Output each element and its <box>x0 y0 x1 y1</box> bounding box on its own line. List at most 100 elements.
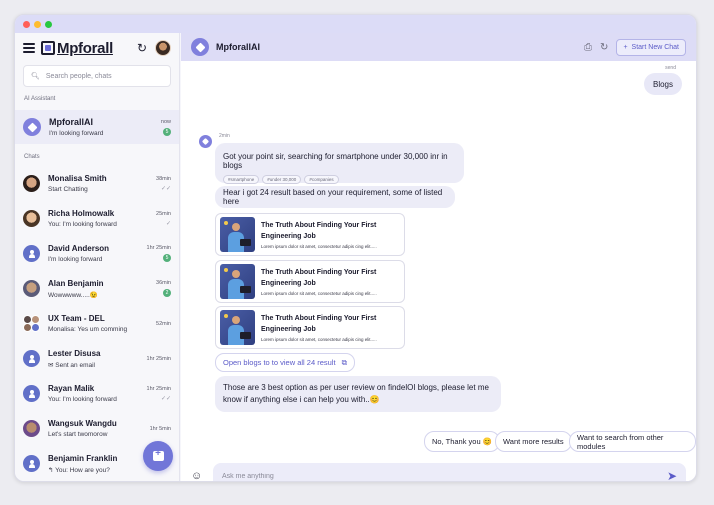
refresh-icon[interactable]: ↻ <box>137 41 147 55</box>
tag-list: #smartphone #under 30,000 #companies <box>223 175 456 184</box>
bot-message-time: 2min <box>219 133 230 139</box>
chat-item-david-anderson[interactable]: David Anderson I'm looking forward 1hr 25… <box>15 236 179 271</box>
chat-name: Monalisa Smith <box>48 174 107 183</box>
chat-time: 25min <box>156 210 171 217</box>
chat-time: 38min <box>156 175 171 182</box>
app-window: Mpforall ↻ 🔍︎ Search people, chats AI As… <box>14 14 697 482</box>
chat-item-monalisa-smith[interactable]: Monalisa Smith Start Chatting 38min ✓✓ <box>15 166 179 201</box>
title-bar <box>15 15 696 33</box>
history-icon[interactable]: ↻ <box>600 42 608 53</box>
bot-message-text: Hear i got 24 result based on your requi… <box>223 188 443 206</box>
chat-name: Lester Disusa <box>48 348 101 358</box>
bot-avatar-icon <box>199 135 212 148</box>
user-icon <box>23 385 40 402</box>
chat-name: Alan Benjamin <box>48 278 104 288</box>
compose-icon <box>152 448 164 461</box>
open-blogs-label: Open blogs to to view all 24 result <box>223 358 336 367</box>
tag-chip[interactable]: #smartphone <box>223 175 260 184</box>
chat-item-lester-disusa[interactable]: Lester Disusa ✉ Sent an email 1hr 25min <box>15 341 179 376</box>
send-icon[interactable]: ➤ <box>667 469 677 481</box>
composer: ☺ ➤ <box>191 463 686 481</box>
ai-logo-icon <box>191 38 209 56</box>
tag-chip[interactable]: #under 30,000 <box>262 175 302 184</box>
sidebar: Mpforall ↻ 🔍︎ Search people, chats AI As… <box>15 33 180 481</box>
sent-check-icon: ✓ <box>165 220 171 227</box>
quick-reply-more-results[interactable]: Want more results <box>495 431 572 452</box>
start-new-chat-button[interactable]: + Start New Chat <box>616 38 686 56</box>
open-blogs-link[interactable]: Open blogs to to view all 24 result ⧉ <box>215 353 355 372</box>
blog-thumbnail <box>220 264 255 299</box>
chat-message: Monalisa: Yes um comming <box>48 326 128 333</box>
message-input-box: ➤ <box>213 463 686 481</box>
avatar <box>23 175 40 192</box>
chat-message: Start Chatting <box>48 186 88 193</box>
avatar <box>23 420 40 437</box>
menu-icon[interactable] <box>23 43 35 53</box>
user-icon <box>23 350 40 367</box>
chat-message: Let's start twomorow <box>48 431 108 438</box>
chat-header: MpforallAI ⎙ ↻ + Start New Chat <box>181 33 696 61</box>
user-icon <box>23 245 40 262</box>
new-message-button[interactable] <box>143 441 173 471</box>
chat-message: Wowwwww.....😉 <box>48 291 98 299</box>
blog-title: The Truth About Finding Your First Engin… <box>261 222 377 240</box>
blog-thumbnail <box>220 310 255 345</box>
chat-time: 52min <box>156 320 171 327</box>
message-status: send <box>665 65 676 71</box>
chat-name: David Anderson <box>48 244 110 253</box>
unread-badge: 2 <box>163 289 171 297</box>
blog-desc: Lorem ipsum dolor sit amet, consectetur … <box>261 244 377 249</box>
blog-desc: Lorem ipsum dolor sit amet, consectetur … <box>261 337 377 342</box>
chat-time: 1hr 25min <box>146 245 171 251</box>
chat-panel: MpforallAI ⎙ ↻ + Start New Chat send Blo… <box>181 33 696 481</box>
chat-message: I'm looking forward <box>48 256 103 263</box>
chat-time: 1hr 25min <box>146 355 171 362</box>
maximize-window-dot[interactable] <box>45 20 52 28</box>
search-input[interactable]: 🔍︎ Search people, chats <box>23 65 171 87</box>
chat-title: MpforallAI <box>216 42 260 52</box>
message-input[interactable] <box>222 472 667 480</box>
chat-time: 1hr 25min <box>146 385 171 392</box>
emoji-icon[interactable]: ☺ <box>191 470 207 481</box>
chat-name: UX Team - DEL <box>48 314 105 323</box>
chat-item-ux-team[interactable]: UX Team - DEL Monalisa: Yes um comming 52… <box>15 306 179 341</box>
unread-badge: 5 <box>163 254 171 262</box>
blog-card[interactable]: The Truth About Finding Your First Engin… <box>215 213 405 256</box>
logo-text: Mpforall <box>57 39 113 57</box>
chat-item-rayan-malik[interactable]: Rayan Malik You: I'm looking forward 1hr … <box>15 376 179 411</box>
ai-logo-icon <box>23 118 41 136</box>
bot-message-bubble: Those are 3 best option as per user revi… <box>215 376 501 412</box>
blog-card[interactable]: The Truth About Finding Your First Engin… <box>215 306 405 349</box>
external-link-icon: ⧉ <box>341 357 347 367</box>
chat-item-alan-benjamin[interactable]: Alan Benjamin Wowwwww.....😉 36min 2 <box>15 271 179 306</box>
search-icon: 🔍︎ <box>31 73 40 80</box>
chat-name: Rayan Malik <box>48 384 95 393</box>
ai-assistant-item[interactable]: MpforallAI I'm looking forward now 5 <box>15 110 179 144</box>
bot-message-bubble: Got your point sir, searching for smartp… <box>215 143 464 184</box>
chat-name: Wangsuk Wangdu <box>48 419 117 428</box>
user-icon <box>23 455 40 472</box>
group-avatar <box>23 315 40 332</box>
blog-card[interactable]: The Truth About Finding Your First Engin… <box>215 260 405 303</box>
tag-chip[interactable]: #companies <box>304 175 339 184</box>
blog-desc: Lorem ipsum dolor sit amet, consectetur … <box>261 291 377 296</box>
chat-item-richa-holmowalk[interactable]: Richa Holmowalk You: I'm looking forward … <box>15 201 179 236</box>
user-avatar[interactable] <box>155 40 171 56</box>
quick-reply-other-modules[interactable]: Want to search from other modules <box>569 431 696 452</box>
close-window-dot[interactable] <box>23 20 30 28</box>
avatar <box>23 210 40 227</box>
share-icon[interactable]: ⎙ <box>584 42 592 53</box>
blog-title: The Truth About Finding Your First Engin… <box>261 315 377 333</box>
read-receipt-icon: ✓✓ <box>160 395 171 402</box>
search-placeholder: Search people, chats <box>45 72 112 80</box>
ai-section-label: AI Assistant <box>24 96 56 102</box>
chat-message: ✉ Sent an email <box>48 361 95 369</box>
minimize-window-dot[interactable] <box>34 20 41 28</box>
plus-icon: + <box>623 43 628 51</box>
bot-message-bubble: Hear i got 24 result based on your requi… <box>215 186 455 208</box>
ai-item-name: MpforallAI <box>49 117 93 127</box>
chats-section-label: Chats <box>24 154 40 160</box>
blog-thumbnail <box>220 217 255 252</box>
chat-message: You: I'm looking forward <box>48 396 117 403</box>
quick-reply-no-thanks[interactable]: No, Thank you 😊 <box>424 431 501 452</box>
